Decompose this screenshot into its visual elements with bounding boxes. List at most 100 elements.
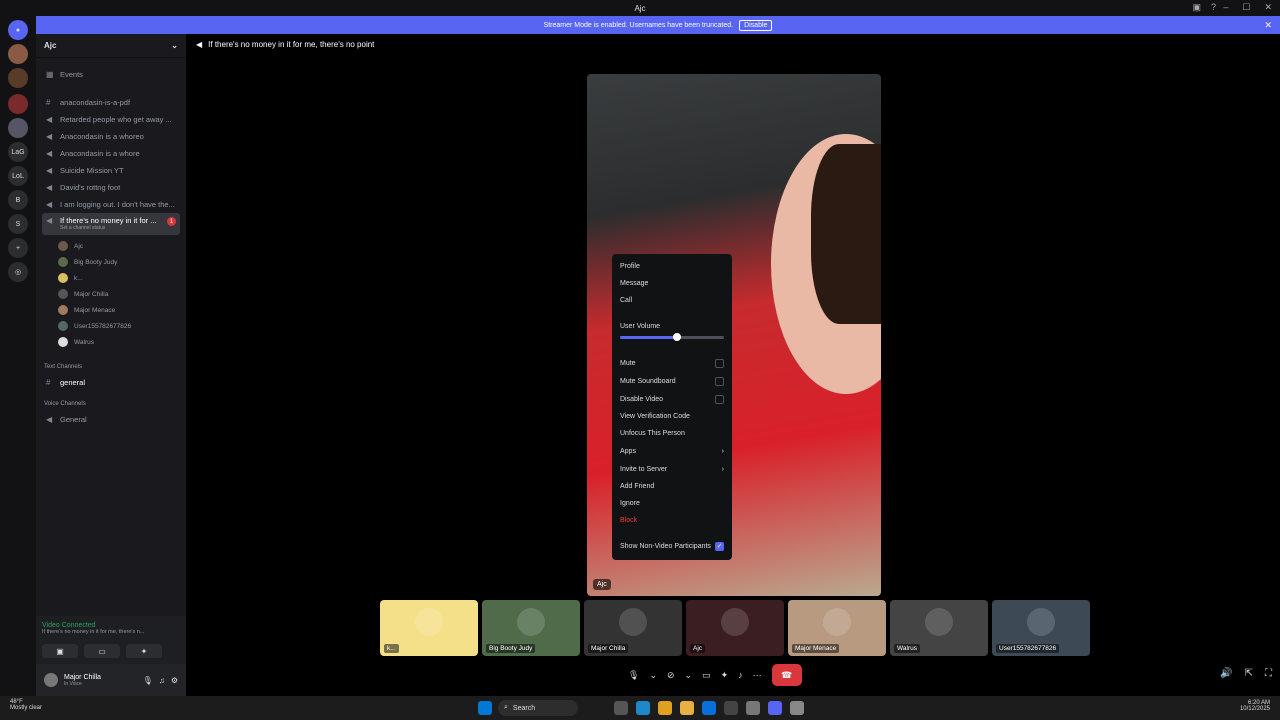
channel-item[interactable]: ◀ Anacondasin is a whoreo <box>42 128 180 144</box>
menu-item-unfocus[interactable]: Unfocus This Person <box>620 427 724 439</box>
edge-icon[interactable] <box>636 701 650 715</box>
participant-tile[interactable]: Major Menace <box>788 600 886 656</box>
channel-item[interactable]: ◀ I am logging out. I don't have the... <box>42 196 180 212</box>
voice-user[interactable]: Major Menace <box>58 303 180 317</box>
server-icon[interactable] <box>8 118 28 138</box>
more-icon[interactable]: ⋯ <box>753 670 762 681</box>
disable-button[interactable]: Disable <box>739 19 773 31</box>
events-item[interactable]: ▦ Events <box>42 66 180 82</box>
server-lag[interactable]: LaG <box>8 142 28 162</box>
minimize-button[interactable]: – <box>1223 2 1228 13</box>
menu-item-mute[interactable]: Mute <box>620 357 724 369</box>
taskbar-search[interactable]: ⌕ Search <box>498 700 578 716</box>
close-icon[interactable]: ✕ <box>1264 20 1272 31</box>
checkbox[interactable] <box>715 376 724 386</box>
voice-user[interactable]: User155782677826 <box>58 319 180 333</box>
voice-channel-name[interactable]: If there's no money in it for me, there'… <box>42 629 180 635</box>
help-icon[interactable]: ? <box>1211 2 1216 13</box>
chrome-icon[interactable] <box>658 701 672 715</box>
channel-item[interactable]: ◀ Suicide Mission YT <box>42 162 180 178</box>
category-voice[interactable]: Voice Channels <box>44 401 86 407</box>
menu-item-mute-soundboard[interactable]: Mute Soundboard <box>620 375 724 387</box>
participant-tile[interactable]: k... <box>380 600 478 656</box>
participant-tile[interactable]: Major Chilla <box>584 600 682 656</box>
menu-item-message[interactable]: Message <box>620 277 724 289</box>
chevron-down-icon[interactable]: ⌄ <box>685 670 693 681</box>
camera-off-icon[interactable]: ⊘ <box>667 670 675 681</box>
dm-avatar[interactable] <box>8 68 28 88</box>
microphone-icon[interactable]: 🎙 <box>143 676 153 685</box>
voice-user[interactable]: Big Booty Judy <box>58 255 180 269</box>
menu-item-add-friend[interactable]: Add Friend <box>620 480 724 492</box>
start-icon[interactable] <box>478 701 492 715</box>
category-text[interactable]: Text Channels <box>44 364 82 370</box>
menu-item-apps[interactable]: Apps › <box>620 445 724 457</box>
menu-item-ignore[interactable]: Ignore <box>620 497 724 509</box>
voice-user[interactable]: Ajc <box>58 239 180 253</box>
microphone-icon[interactable]: 🎙 <box>628 670 639 681</box>
soundboard-icon[interactable]: ♪ <box>738 670 743 680</box>
file-explorer-icon[interactable] <box>680 701 694 715</box>
server-b[interactable]: B <box>8 190 28 210</box>
discover-icon[interactable]: ◎ <box>8 262 28 282</box>
camera-button[interactable]: ▣ <box>42 644 78 658</box>
popout-icon[interactable]: ⇱ <box>1245 668 1253 679</box>
add-server-icon[interactable]: + <box>8 238 28 258</box>
menu-item-block[interactable]: Block <box>620 514 724 526</box>
channel-item[interactable]: ◀ Retarded people who get away ... <box>42 111 180 127</box>
inbox-icon[interactable]: ▣ <box>1192 2 1201 13</box>
server-s[interactable]: S <box>8 214 28 234</box>
activity-button[interactable]: ✦ <box>126 644 162 658</box>
chevron-down-icon[interactable]: ⌄ <box>649 670 657 681</box>
voice-user[interactable]: k... <box>58 271 180 285</box>
maximize-button[interactable]: ☐ <box>1242 2 1250 13</box>
menu-item-verification[interactable]: View Verification Code <box>620 410 724 422</box>
disconnect-button[interactable]: ☎ <box>771 664 802 686</box>
app-icon[interactable] <box>724 701 738 715</box>
participant-tile[interactable]: Ajc <box>686 600 784 656</box>
participant-tile[interactable]: Walrus <box>890 600 988 656</box>
dm-avatar[interactable] <box>8 44 28 64</box>
close-button[interactable]: ✕ <box>1264 2 1272 13</box>
menu-item-disable-video[interactable]: Disable Video <box>620 393 724 405</box>
checkbox[interactable] <box>715 394 724 404</box>
menu-item-show-nonvideo[interactable]: Show Non-Video Participants ✓ <box>620 540 724 552</box>
server-lol[interactable]: LoL <box>8 166 28 186</box>
channel-item[interactable]: ◀ David's rottng foot <box>42 179 180 195</box>
participant-tile[interactable]: User155782677826 <box>992 600 1090 656</box>
activity-icon[interactable]: ✦ <box>721 670 729 681</box>
participant-tile[interactable]: Big Booty Judy <box>482 600 580 656</box>
checkbox-checked[interactable]: ✓ <box>715 541 724 551</box>
user-volume-slider[interactable] <box>620 333 724 341</box>
channel-item[interactable]: ◀ General <box>42 411 180 427</box>
volume-icon[interactable]: 🔊 <box>1220 668 1232 679</box>
menu-item-profile[interactable]: Profile <box>620 260 724 272</box>
channel-status[interactable]: Set a channel status <box>60 225 156 231</box>
gear-icon[interactable]: ⚙ <box>171 676 178 685</box>
voice-user[interactable]: Walrus <box>58 335 180 349</box>
checkbox[interactable] <box>715 358 724 368</box>
server-icon[interactable] <box>8 94 28 114</box>
slider-knob[interactable] <box>673 333 682 341</box>
channel-item[interactable]: # anacondasin-is-a-pdf <box>42 94 180 110</box>
menu-item-invite[interactable]: Invite to Server › <box>620 463 724 475</box>
channel-item[interactable]: # general <box>42 374 180 390</box>
server-header[interactable]: Ajc ⌄ <box>36 34 186 58</box>
store-icon[interactable] <box>702 701 716 715</box>
app-icon[interactable] <box>746 701 760 715</box>
channel-item[interactable]: ◀ Anacondasin is a whore <box>42 145 180 161</box>
headphones-icon[interactable]: ♫ <box>159 676 165 685</box>
voice-user[interactable]: Major Chilla <box>58 287 180 301</box>
avatar[interactable] <box>44 673 58 687</box>
discord-icon[interactable] <box>768 701 782 715</box>
system-clock[interactable]: 6:20 AM 10/12/2025 <box>1240 700 1270 712</box>
weather-widget[interactable]: 48°F Mostly clear <box>10 699 42 711</box>
discord-home-icon[interactable]: ● <box>8 20 28 40</box>
screen-share-icon[interactable]: ▭ <box>702 670 711 681</box>
task-view-icon[interactable] <box>614 701 628 715</box>
menu-item-call[interactable]: Call <box>620 294 724 306</box>
settings-icon[interactable] <box>790 701 804 715</box>
channel-item-selected[interactable]: ◀ If there's no money in it for ... Set … <box>42 213 180 235</box>
fullscreen-icon[interactable]: ⛶ <box>1265 668 1272 679</box>
screen-share-button[interactable]: ▭ <box>84 644 120 658</box>
